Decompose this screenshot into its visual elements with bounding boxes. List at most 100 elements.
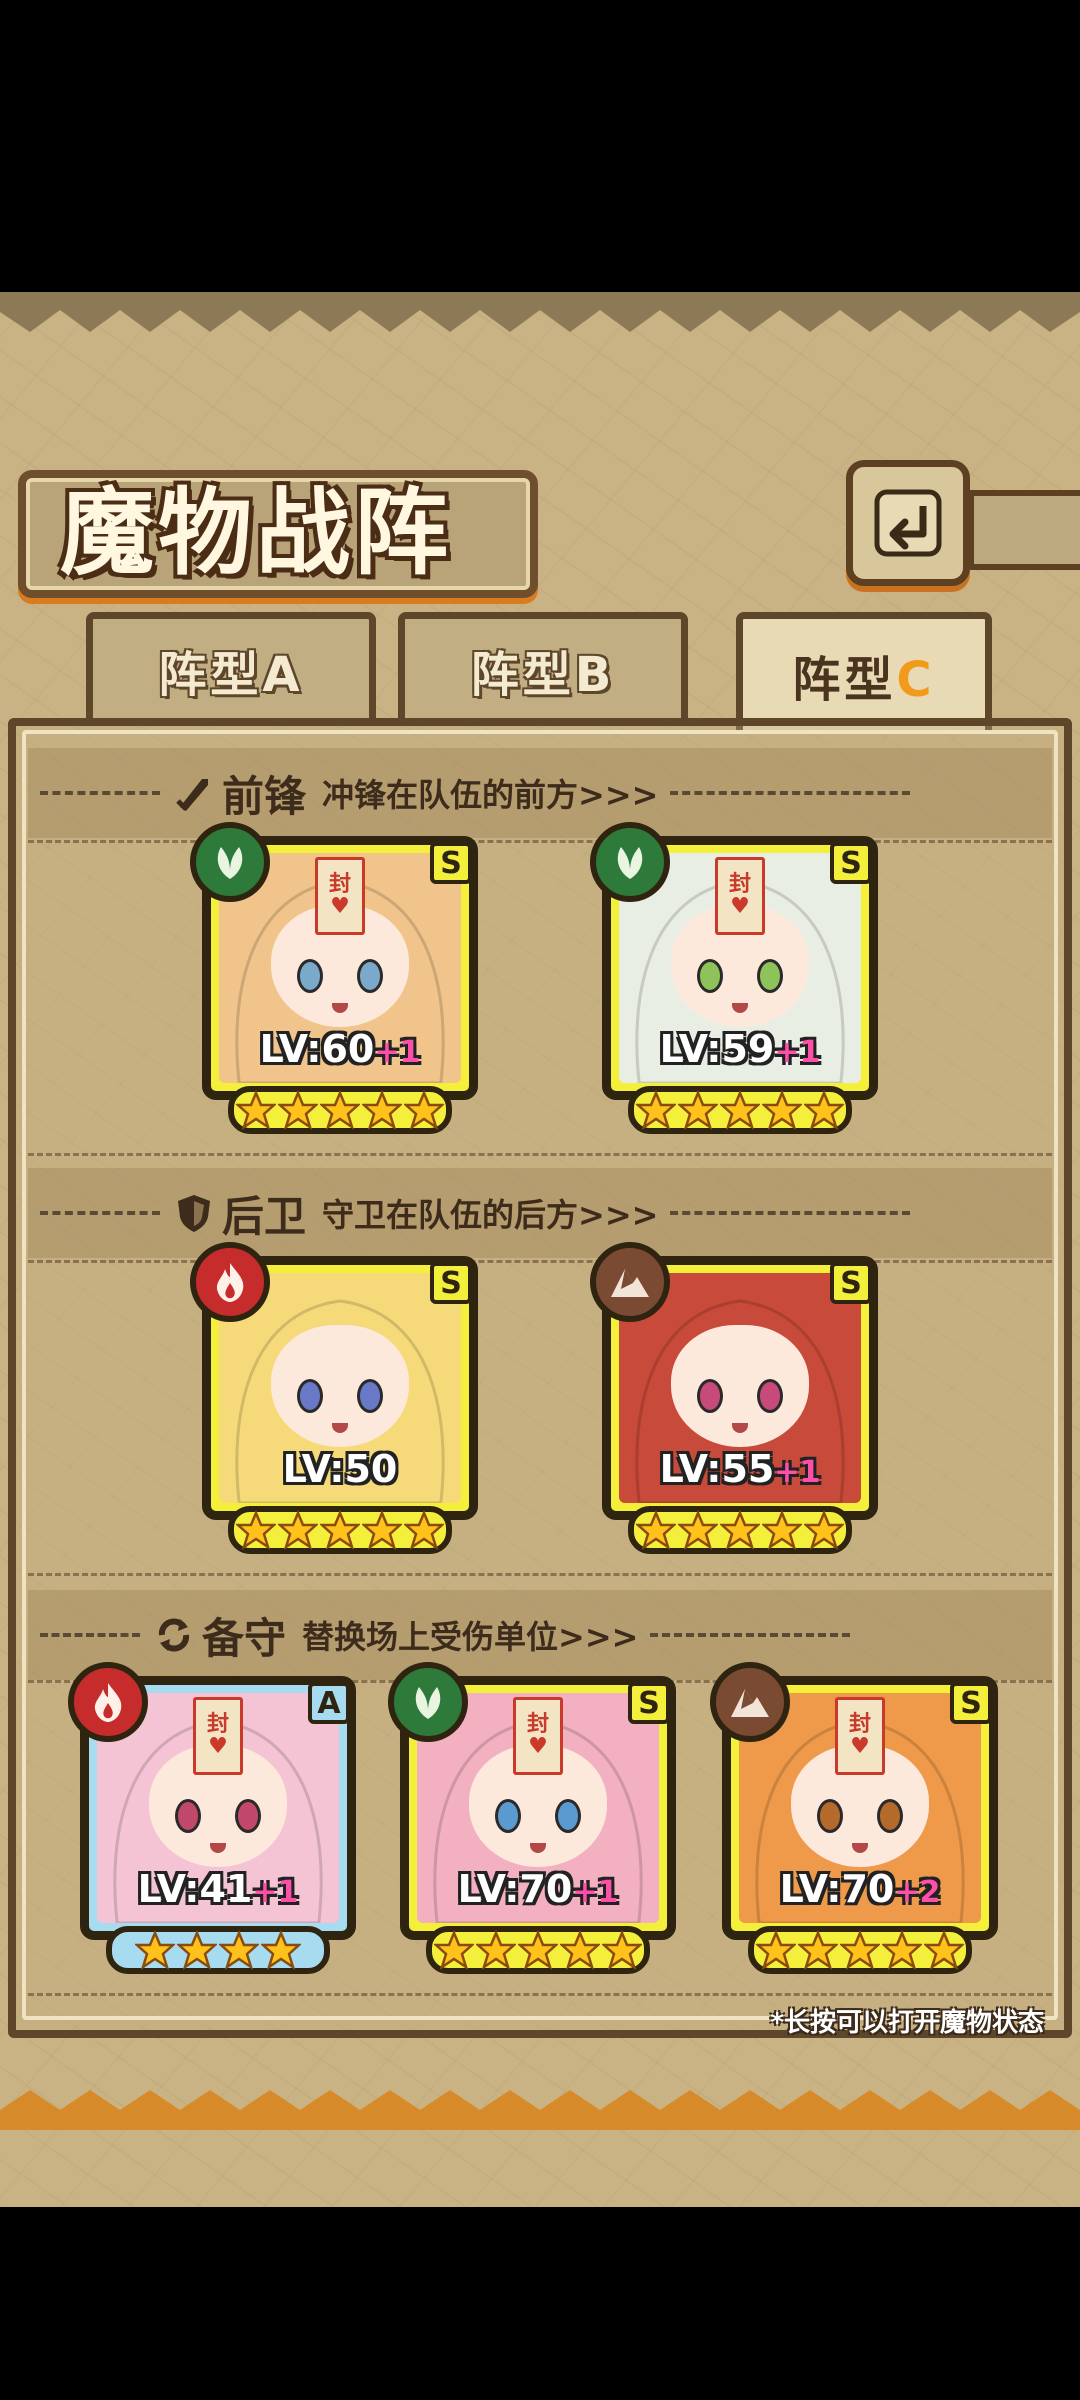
- fire-icon: [207, 1259, 253, 1305]
- level-label: LV:50: [219, 1447, 461, 1491]
- section-header-reserve: 备守 替换场上受伤单位>>>: [28, 1590, 1052, 1680]
- eye: [297, 959, 323, 993]
- star-icon: [236, 1510, 276, 1550]
- level-text: LV:55: [659, 1447, 775, 1491]
- star-icon: [924, 1930, 964, 1970]
- star-icon: [756, 1930, 796, 1970]
- eye: [495, 1799, 521, 1833]
- star-icon: [476, 1930, 516, 1970]
- star-rating: [426, 1926, 650, 1974]
- section-subtitle-front: 冲锋在队伍的前方>>>: [322, 776, 659, 814]
- star-icon: [720, 1090, 760, 1130]
- eye: [757, 959, 783, 993]
- star-rating: [628, 1506, 852, 1554]
- star-icon: [404, 1510, 444, 1550]
- star-rating: [748, 1926, 972, 1974]
- eye: [555, 1799, 581, 1833]
- monster-card[interactable]: LV:50 S: [190, 1242, 478, 1554]
- star-icon: [434, 1930, 474, 1970]
- tab-formation-a[interactable]: 阵型A: [86, 612, 376, 720]
- section-subtitle-reserve: 替换场上受伤单位>>>: [302, 1618, 639, 1656]
- section-title-rear: 后卫: [222, 1191, 307, 1241]
- section-title-reserve: 备守: [202, 1613, 287, 1663]
- seal-talisman: 封 ♥: [835, 1697, 885, 1775]
- star-icon: [804, 1510, 844, 1550]
- fire-element-badge: [68, 1662, 148, 1742]
- tab-formation-c[interactable]: 阵型C: [736, 612, 992, 730]
- section-header-front: 前锋 冲锋在队伍的前方>>>: [28, 748, 1052, 838]
- star-rating: [628, 1086, 852, 1134]
- eye: [697, 1379, 723, 1413]
- seal-talisman: 封 ♥: [715, 857, 765, 935]
- monster-card[interactable]: 封 ♥ LV:70+1 S: [388, 1662, 676, 1974]
- eye: [357, 959, 383, 993]
- fire-icon: [85, 1679, 131, 1725]
- seal-talisman: 封 ♥: [315, 857, 365, 935]
- eye: [235, 1799, 261, 1833]
- level-label: LV:55+1: [619, 1447, 861, 1491]
- mouth: [210, 1843, 226, 1853]
- rank-badge: S: [830, 1262, 872, 1304]
- level-label: LV:59+1: [619, 1027, 861, 1071]
- divider: [670, 791, 911, 795]
- tab-b-label: 阵型: [470, 646, 575, 703]
- tab-formation-b[interactable]: 阵型B: [398, 612, 688, 720]
- eye: [877, 1799, 903, 1833]
- earth-icon: [727, 1679, 773, 1725]
- star-icon: [560, 1930, 600, 1970]
- back-arrow-icon: [874, 489, 942, 557]
- star-icon: [320, 1090, 360, 1130]
- star-icon: [678, 1510, 718, 1550]
- star-icon: [720, 1510, 760, 1550]
- star-icon: [177, 1930, 217, 1970]
- divider: [670, 1211, 911, 1215]
- monster-card[interactable]: 封 ♥ LV:60+1 S: [190, 822, 478, 1134]
- leaf-element-badge: [388, 1662, 468, 1742]
- mouth: [852, 1843, 868, 1853]
- level-text: LV:60: [259, 1027, 375, 1071]
- level-label: LV:60+1: [219, 1027, 461, 1071]
- star-icon: [236, 1090, 276, 1130]
- mouth: [332, 1003, 348, 1013]
- monster-card[interactable]: 封 ♥ LV:41+1 A: [68, 1662, 356, 1974]
- page-title: 魔物战阵: [60, 478, 453, 588]
- monster-card[interactable]: 封 ♥ LV:70+2 S: [710, 1662, 998, 1974]
- section-subtitle-rear: 守卫在队伍的后方>>>: [322, 1196, 659, 1234]
- star-icon: [362, 1090, 402, 1130]
- level-bonus: +2: [894, 1875, 941, 1910]
- star-icon: [261, 1930, 301, 1970]
- level-text: LV:70: [779, 1867, 895, 1911]
- rear-row-band: [28, 1260, 1052, 1576]
- seal-talisman: 封 ♥: [513, 1697, 563, 1775]
- star-icon: [320, 1510, 360, 1550]
- divider: [40, 791, 160, 795]
- star-rating: [228, 1506, 452, 1554]
- leaf-element-badge: [190, 822, 270, 902]
- level-bonus: +1: [774, 1455, 821, 1490]
- star-icon: [219, 1930, 259, 1970]
- divider: [40, 1633, 140, 1637]
- monster-card[interactable]: 封 ♥ LV:59+1 S: [590, 822, 878, 1134]
- star-icon: [278, 1510, 318, 1550]
- star-icon: [804, 1090, 844, 1130]
- section-title-front: 前锋: [222, 771, 307, 821]
- mouth: [732, 1423, 748, 1433]
- star-icon: [602, 1930, 642, 1970]
- earth-element-badge: [590, 1242, 670, 1322]
- face: [271, 1325, 409, 1447]
- eye: [697, 959, 723, 993]
- star-icon: [798, 1930, 838, 1970]
- tab-a-letter: A: [262, 646, 304, 703]
- level-label: LV:41+1: [97, 1867, 339, 1911]
- back-button[interactable]: [846, 460, 970, 586]
- monster-card[interactable]: LV:55+1 S: [590, 1242, 878, 1554]
- bottom-border-decoration: [0, 2090, 1080, 2130]
- seal-talisman: 封 ♥: [193, 1697, 243, 1775]
- star-icon: [840, 1930, 880, 1970]
- long-press-hint: *长按可以打开魔物状态: [770, 2008, 1044, 2038]
- front-row-band: [28, 840, 1052, 1156]
- star-rating: [228, 1086, 452, 1134]
- leaf-icon: [207, 839, 253, 885]
- tab-c-letter: C: [896, 651, 936, 708]
- swap-icon: [158, 1618, 190, 1652]
